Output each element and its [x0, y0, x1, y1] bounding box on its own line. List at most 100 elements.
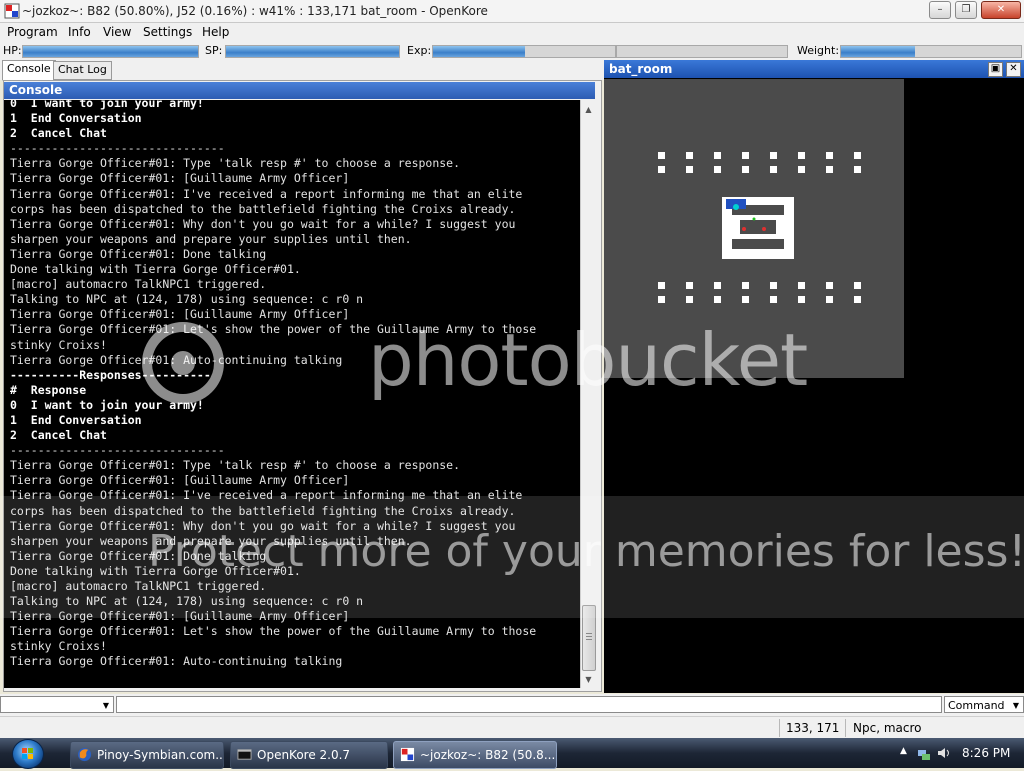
tab-chat-log[interactable]: Chat Log [53, 61, 112, 80]
stats-bar: HP: SP: Exp: Weight: [0, 42, 1024, 60]
tab-console[interactable]: Console [2, 60, 56, 81]
volume-icon[interactable] [936, 745, 952, 761]
map-pillar [742, 282, 749, 289]
console-line: Tierra Gorge Officer#01: Done talking [10, 247, 536, 262]
tab-strip: Console Chat Log [0, 60, 604, 80]
map-pillar [742, 152, 749, 159]
map-pillar [742, 166, 749, 173]
taskbar-item-openkore-window[interactable]: ~jozkoz~: B82 (50.8... [393, 741, 557, 769]
map-close-icon[interactable]: ✕ [1006, 62, 1021, 77]
taskbar-item-browser[interactable]: Pinoy-Symbian.com... [70, 741, 224, 769]
base-exp-bar-fill [433, 46, 525, 57]
hp-label: HP: [3, 44, 22, 57]
sp-label: SP: [205, 44, 222, 57]
taskbar-item-label: OpenKore 2.0.7 [257, 742, 350, 768]
exp-label: Exp: [407, 44, 431, 57]
start-button[interactable] [12, 739, 44, 769]
watermark-slogan: Protect more of your memories for less! [148, 526, 1024, 577]
console-line: ------------------------------- [10, 443, 536, 458]
console-header: Console [4, 82, 595, 99]
menu-help[interactable]: Help [202, 25, 229, 39]
menu-program[interactable]: Program [7, 25, 58, 39]
map-title: bat_room [609, 62, 672, 76]
map-header: bat_room ▣ ✕ [604, 60, 1024, 78]
console-line: ------------------------------- [10, 141, 536, 156]
console-line: sharpen your weapons and prepare your su… [10, 232, 536, 247]
status-divider [845, 719, 846, 737]
map-pillar [714, 296, 721, 303]
menu-bar: Program Info View Settings Help [0, 23, 1024, 42]
map-pillar [826, 282, 833, 289]
map-pillar [714, 282, 721, 289]
sp-bar-fill [226, 46, 399, 57]
console-line: 1 End Conversation [10, 413, 536, 428]
close-button[interactable]: ✕ [981, 1, 1021, 19]
map-pillar [742, 296, 749, 303]
console-line: Tierra Gorge Officer#01: Auto-continuing… [10, 654, 536, 669]
console-line: Talking to NPC at (124, 178) using seque… [10, 292, 536, 307]
input-mode-value: Command [948, 699, 1005, 712]
map-pillar [798, 296, 805, 303]
scroll-up-icon[interactable]: ▲ [581, 102, 596, 117]
map-pillar [854, 296, 861, 303]
watermark-camera-icon [138, 318, 228, 408]
map-pillar [658, 152, 665, 159]
watermark-logo [138, 318, 228, 411]
console-line: Tierra Gorge Officer#01: Type 'talk resp… [10, 458, 536, 473]
console-line: 0 I want to join your army! [10, 100, 536, 111]
map-pillar [854, 166, 861, 173]
npc-room [722, 197, 794, 259]
console-line: Tierra Gorge Officer#01: [Guillaume Army… [10, 171, 536, 186]
network-icon[interactable] [916, 745, 932, 761]
input-mode-select[interactable]: Command ▼ [944, 696, 1024, 713]
title-bar: ~jozkoz~: B82 (50.80%), J52 (0.16%) : w4… [0, 0, 1024, 23]
map-pillar [770, 282, 777, 289]
job-exp-bar [616, 45, 788, 58]
terminal-icon [237, 747, 252, 762]
weight-bar-fill [841, 46, 915, 57]
base-exp-bar [432, 45, 616, 58]
map-pillar [658, 166, 665, 173]
openkore-app-icon [4, 3, 20, 19]
map-maximize-icon[interactable]: ▣ [988, 62, 1003, 77]
thumb-grip [586, 639, 592, 640]
minimize-button[interactable]: – [929, 1, 951, 19]
windows-logo-icon [13, 740, 43, 768]
map-pillar [714, 152, 721, 159]
hp-bar [22, 45, 199, 58]
map-pillar [826, 296, 833, 303]
menu-view[interactable]: View [103, 25, 131, 39]
taskbar-item-label: ~jozkoz~: B82 (50.8... [420, 742, 555, 768]
map-pillar [826, 166, 833, 173]
chevron-down-icon: ▼ [1013, 697, 1019, 714]
tray-expand-icon[interactable]: ▲ [900, 746, 907, 756]
map-pillar [686, 152, 693, 159]
thumb-grip [586, 633, 592, 634]
taskbar-item-label: Pinoy-Symbian.com... [97, 742, 224, 768]
scroll-down-icon[interactable]: ▼ [581, 672, 596, 687]
status-activity: Npc, macro [853, 721, 921, 735]
thumb-grip [586, 636, 592, 637]
firefox-icon [77, 747, 92, 762]
clock: 8:26 PM [962, 746, 1010, 760]
status-position: 133, 171 [786, 721, 839, 735]
map-pillar [658, 282, 665, 289]
weight-label: Weight: [797, 44, 839, 57]
watermark-brand: photobucket [368, 318, 807, 402]
sp-bar [225, 45, 400, 58]
command-input[interactable] [116, 696, 942, 713]
map-pillar [658, 296, 665, 303]
input-target-select[interactable]: ▼ [0, 696, 114, 713]
maximize-button[interactable]: ❐ [955, 1, 977, 19]
player-marker [733, 204, 739, 210]
map-pillar [854, 152, 861, 159]
map-pillar [770, 152, 777, 159]
console-line: Tierra Gorge Officer#01: [Guillaume Army… [10, 473, 536, 488]
menu-info[interactable]: Info [68, 25, 91, 39]
status-divider [779, 719, 780, 737]
map-pillar [854, 282, 861, 289]
console-line: 1 End Conversation [10, 111, 536, 126]
taskbar-item-openkore[interactable]: OpenKore 2.0.7 [230, 741, 388, 769]
menu-settings[interactable]: Settings [143, 25, 192, 39]
map-pillar [798, 152, 805, 159]
